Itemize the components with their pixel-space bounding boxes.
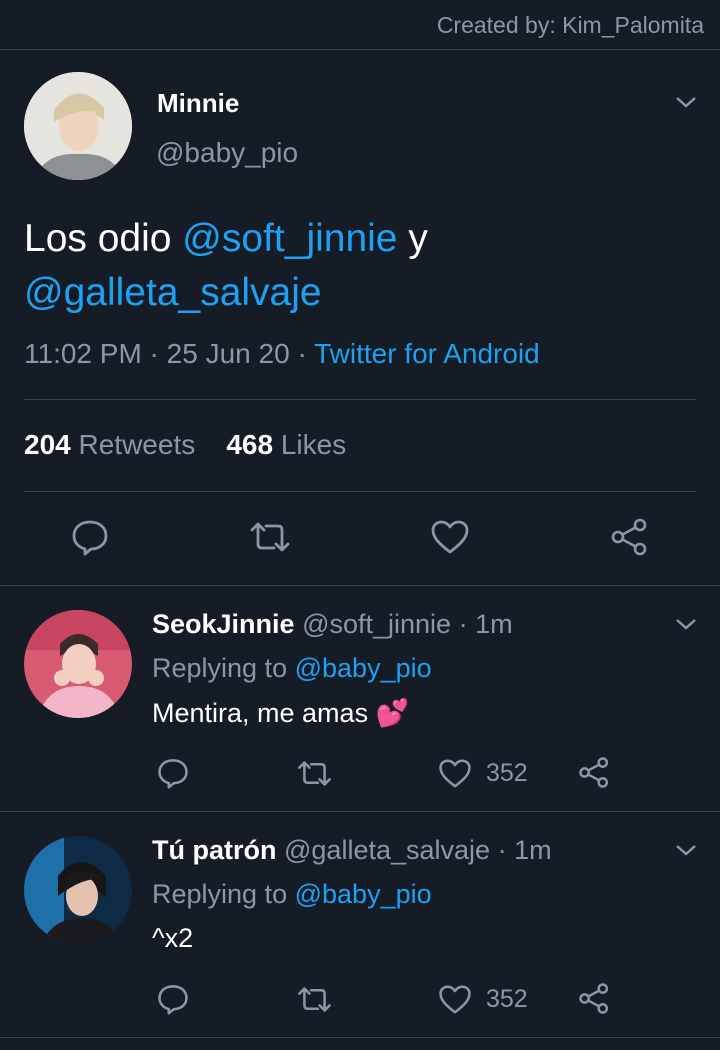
like-icon[interactable] (438, 758, 472, 789)
like-icon[interactable] (430, 519, 470, 555)
reply-separator: · (497, 835, 507, 865)
like-icon[interactable] (438, 984, 472, 1015)
divider (0, 1037, 720, 1038)
retweet-icon[interactable] (248, 520, 292, 554)
divider (0, 585, 720, 586)
divider (24, 491, 696, 492)
reply-display-name[interactable]: Tú patrón (152, 835, 276, 865)
chevron-down-icon[interactable] (675, 95, 697, 109)
reply-time: 1m (475, 609, 513, 639)
top-divider (0, 49, 720, 50)
divider (0, 811, 720, 812)
share-icon[interactable] (610, 517, 650, 557)
reply-text: Mentira, me amas 💕 (152, 697, 409, 729)
avatar-tu-patron[interactable] (24, 836, 132, 944)
retweets-count[interactable]: 204 (24, 429, 71, 460)
reply-handle[interactable]: @soft_jinnie (302, 609, 451, 639)
tweet-meta: 11:02 PM · 25 Jun 20 · Twitter for Andro… (24, 338, 540, 369)
share-icon[interactable] (578, 982, 611, 1015)
two-hearts-icon: 💕 (375, 698, 410, 728)
tweet-text-prefix: Los odio (24, 217, 183, 260)
reply-text-body: Mentira, me amas (152, 698, 369, 728)
likes-label[interactable]: Likes (281, 429, 346, 460)
replying-to: Replying to @baby_pio (152, 879, 432, 910)
retweet-icon[interactable] (296, 759, 333, 788)
reply-icon[interactable] (157, 983, 189, 1015)
reply-handle[interactable]: @galleta_salvaje (284, 835, 490, 865)
avatar-seokjinnie[interactable] (24, 610, 132, 718)
tweet-text-middle: y (397, 217, 428, 260)
share-icon[interactable] (578, 756, 611, 789)
reply-icon[interactable] (71, 518, 109, 556)
reply-separator: · (458, 609, 468, 639)
replying-to-mention[interactable]: @baby_pio (295, 879, 432, 909)
retweet-icon[interactable] (296, 985, 333, 1014)
like-count: 352 (486, 759, 528, 787)
tweet-time: 11:02 PM (24, 338, 142, 369)
main-display-name[interactable]: Minnie (157, 88, 239, 119)
main-handle[interactable]: @baby_pio (156, 137, 298, 169)
chevron-down-icon[interactable] (675, 843, 697, 857)
reply-text: ^x2 (152, 923, 194, 953)
tweet-stats: 204 Retweets 468 Likes (24, 429, 346, 461)
reply-time: 1m (514, 835, 552, 865)
retweets-label[interactable]: Retweets (79, 429, 196, 460)
mention-soft-jinnie[interactable]: @soft_jinnie (182, 217, 397, 260)
divider (24, 399, 696, 400)
replying-prefix: Replying to (152, 653, 288, 683)
reply-display-name[interactable]: SeokJinnie (152, 609, 295, 639)
tweet-source-link[interactable]: Twitter for Android (314, 338, 540, 369)
credit-text: Created by: Kim_Palomita (436, 12, 704, 38)
avatar-minnie[interactable] (24, 72, 132, 180)
reply-header: Tú patrón @galleta_salvaje · 1m (152, 835, 552, 866)
reply-header: SeokJinnie @soft_jinnie · 1m (152, 609, 513, 640)
replying-to-mention[interactable]: @baby_pio (295, 653, 432, 683)
replying-prefix: Replying to (152, 879, 288, 909)
like-count: 352 (486, 985, 528, 1013)
tweet-text: Los odio @soft_jinnie y @galleta_salvaje (24, 212, 684, 320)
chevron-down-icon[interactable] (675, 617, 697, 631)
likes-count[interactable]: 468 (226, 429, 273, 460)
mention-galleta-salvaje[interactable]: @galleta_salvaje (24, 271, 322, 314)
tweet-date: 25 Jun 20 (166, 338, 290, 369)
replying-to: Replying to @baby_pio (152, 653, 432, 684)
reply-icon[interactable] (157, 757, 189, 789)
